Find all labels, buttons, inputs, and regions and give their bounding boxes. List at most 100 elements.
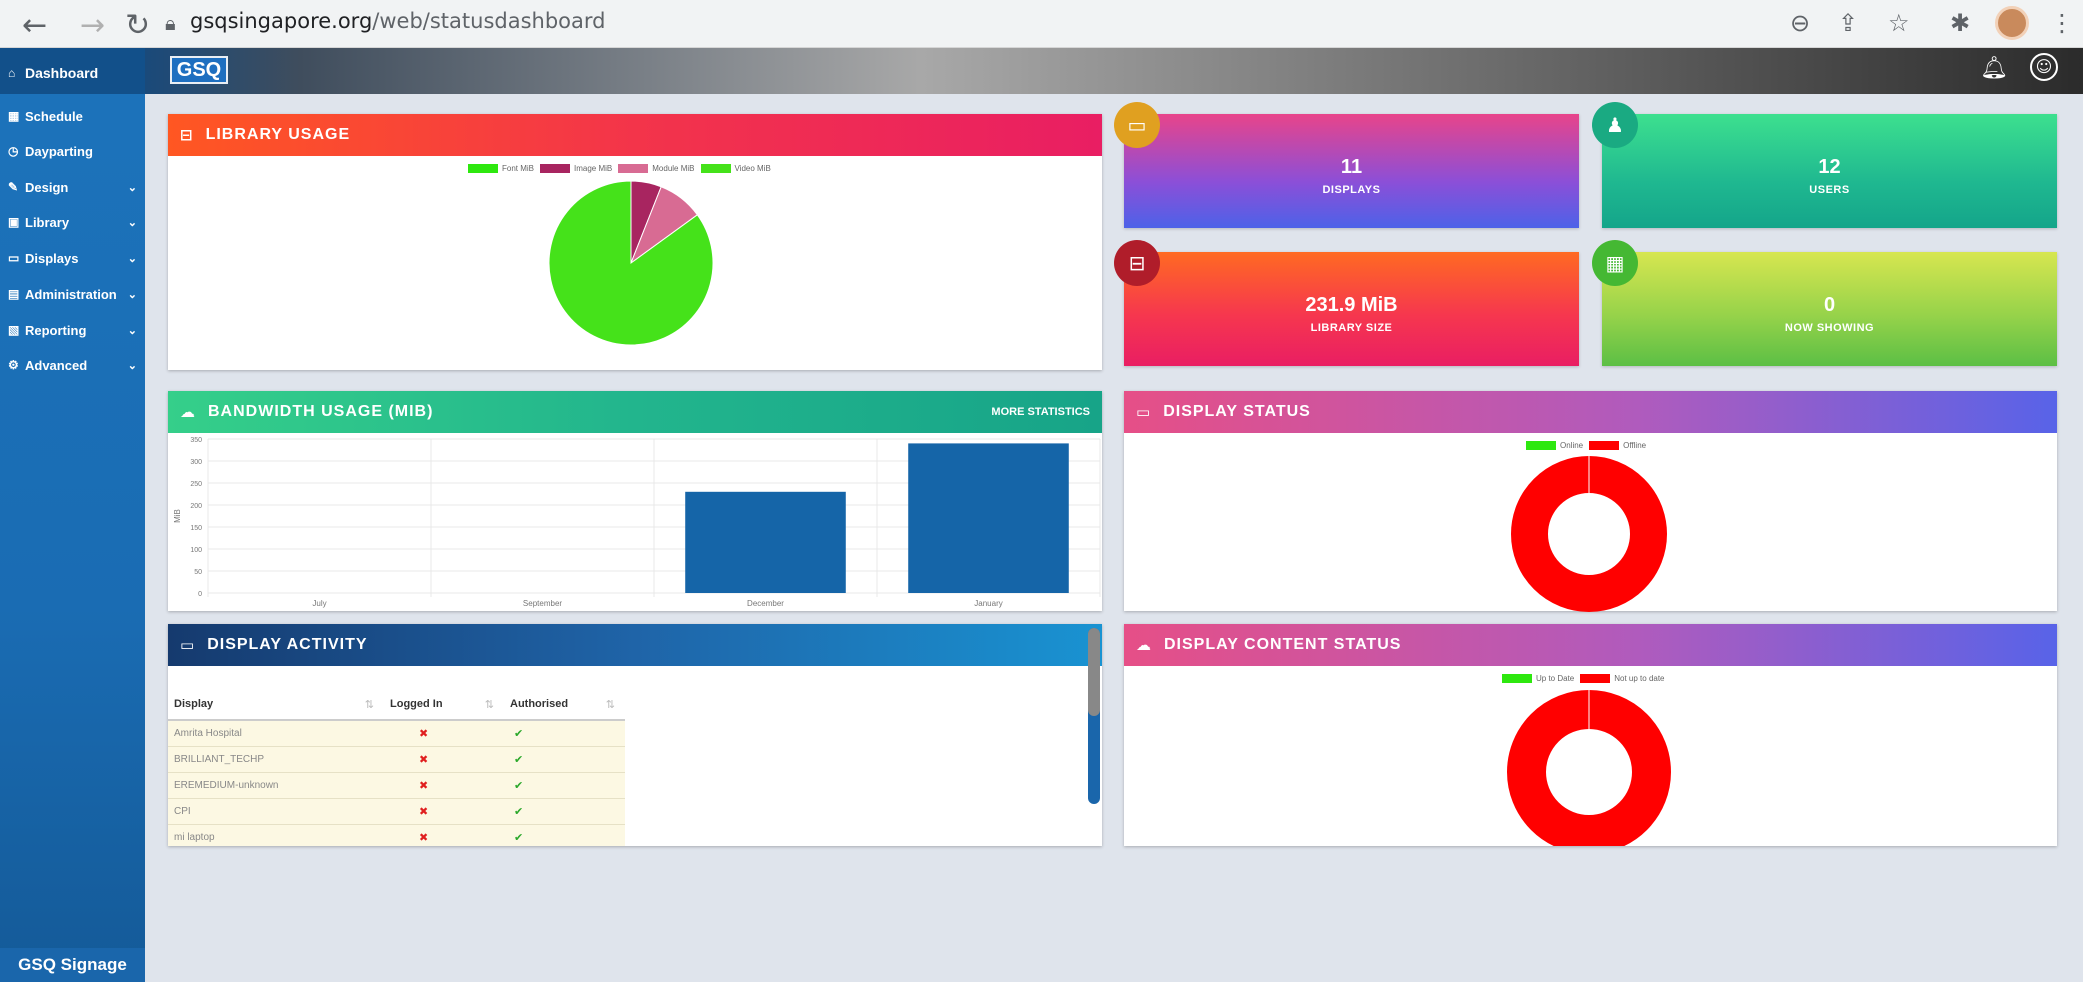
library-size-card[interactable]: ⊟ 231.9 MiB LIBRARY SIZE [1114, 240, 1579, 366]
share-icon[interactable]: ⇪ [1838, 9, 1858, 37]
sidebar-item-design[interactable]: ✎ Design ⌄ [8, 172, 143, 202]
legend-item[interactable]: Not up to date [1580, 674, 1665, 683]
column-display[interactable]: Display ⇅ [168, 690, 384, 721]
now-showing-card[interactable]: ▦ 0 NOW SHOWING [1592, 240, 2057, 366]
y-tick-label: 150 [190, 525, 202, 532]
bookmark-star-icon[interactable]: ☆ [1888, 9, 1910, 37]
user-icon[interactable]: ☺ [2030, 53, 2058, 81]
displays-card[interactable]: ▭ 11 DISPLAYS [1114, 102, 1579, 228]
check-icon: ✔ [504, 720, 625, 747]
sidebar-item-displays[interactable]: ▭ Displays ⌄ [8, 243, 143, 273]
legend-label: Online [1560, 441, 1584, 450]
y-tick-label: 100 [190, 547, 202, 554]
chevron-down-icon[interactable]: ⌄ [128, 181, 137, 194]
sidebar-item-label: Schedule [25, 108, 83, 124]
sidebar-item-label: Design [25, 179, 69, 195]
chevron-down-icon[interactable]: ⌄ [128, 252, 137, 265]
laptop-icon: ▭ [8, 251, 20, 265]
bandwidth-panel: ☁ BANDWIDTH USAGE (MIB) MORE STATISTICS … [168, 391, 1102, 611]
x-tick-label: December [747, 599, 784, 608]
legend-swatch [1580, 674, 1611, 683]
sidebar-item-dashboard[interactable]: ⌂ Dashboard [8, 58, 143, 88]
legend-label: Not up to date [1614, 674, 1665, 683]
sort-icon[interactable]: ⇅ [606, 698, 615, 711]
sidebar-item-dayparting[interactable]: ◷ Dayparting [8, 136, 143, 166]
url-domain: gsqsingapore.org [190, 9, 373, 33]
cog-icon: ⚙ [8, 358, 19, 372]
sidebar-item-reporting[interactable]: ▧ Reporting ⌄ [8, 315, 143, 345]
lock-icon[interactable]: 🔒︎ [165, 11, 176, 35]
column-authorised[interactable]: Authorised ⇅ [504, 690, 625, 721]
cross-icon: ✖ [384, 720, 504, 747]
back-icon[interactable]: ← [22, 8, 47, 43]
display-content-status-title: DISPLAY CONTENT STATUS [1164, 636, 1402, 653]
legend-label: Font MiB [502, 164, 535, 173]
clock-icon: ◷ [8, 144, 19, 158]
sidebar-footer-brand: GSQ Signage [0, 948, 145, 982]
library-size-label: LIBRARY SIZE [1310, 322, 1393, 334]
extensions-icon[interactable]: ✱ [1950, 9, 1970, 37]
library-usage-title: LIBRARY USAGE [205, 126, 351, 143]
sidebar-item-administration[interactable]: ▤ Administration ⌄ [8, 279, 143, 309]
table-row[interactable]: BRILLIANT_TECHP ✖ ✔ [168, 746, 625, 773]
legend-item[interactable]: Image MiB [540, 164, 612, 173]
chevron-down-icon[interactable]: ⌄ [128, 324, 137, 337]
sort-icon[interactable]: ⇅ [485, 698, 494, 711]
bandwidth-title: BANDWIDTH USAGE (MIB) [208, 403, 434, 420]
home-icon: ⌂ [8, 66, 16, 80]
address-bar[interactable]: gsqsingapore.org/web/statusdashboard [190, 9, 605, 33]
table-header-row: Display ⇅ Logged In ⇅ Authorised ⇅ [168, 690, 625, 721]
display-name-cell: mi laptop [168, 824, 384, 846]
y-tick-label: 50 [194, 569, 202, 576]
more-statistics-link[interactable]: MORE STATISTICS [991, 406, 1090, 418]
y-tick-label: 200 [190, 503, 202, 510]
reload-icon[interactable]: ↻ [125, 8, 150, 43]
legend-item[interactable]: Font MiB [468, 164, 534, 173]
sidebar-item-label: Displays [25, 250, 79, 266]
table-row[interactable]: Amrita Hospital ✖ ✔ [168, 720, 625, 747]
chevron-down-icon[interactable]: ⌄ [128, 216, 137, 229]
legend-item[interactable]: Online [1526, 441, 1583, 450]
users-card[interactable]: ♟ 12 USERS [1592, 102, 2057, 228]
scrollbar[interactable] [1088, 628, 1100, 804]
column-logged-in[interactable]: Logged In ⇅ [384, 690, 504, 721]
bar-december[interactable] [685, 491, 846, 593]
forward-icon[interactable]: → [80, 8, 105, 43]
gsq-logo[interactable]: GSQ [170, 56, 228, 84]
bell-icon[interactable]: 🔔︎ [1980, 56, 2008, 81]
sidebar-item-label: Dashboard [25, 65, 99, 81]
legend-item[interactable]: Module MiB [618, 164, 695, 173]
legend-label: Up to Date [1536, 674, 1575, 683]
bar-january[interactable] [908, 443, 1069, 593]
chevron-down-icon[interactable]: ⌄ [128, 359, 137, 372]
display-activity-panel: ▭ DISPLAY ACTIVITY Display ⇅ Logged In ⇅ A… [168, 624, 1102, 846]
display-status-panel: ▭ DISPLAY STATUS Online Offline [1124, 391, 2057, 612]
table-row[interactable]: EREMEDIUM-unknown ✖ ✔ [168, 772, 625, 799]
browser-menu-icon[interactable]: ⋮ [2050, 9, 2074, 37]
laptop-icon: ▭ [180, 636, 196, 654]
display-status-donut [1511, 456, 1667, 612]
y-tick-label: 350 [190, 437, 202, 444]
library-size-value: 231.9 MiB [1305, 294, 1398, 316]
sort-icon[interactable]: ⇅ [365, 698, 374, 711]
display-content-status-header: ☁ DISPLAY CONTENT STATUS [1124, 624, 2057, 666]
sidebar-item-library[interactable]: ▣ Library ⌄ [8, 207, 143, 237]
legend-item[interactable]: Offline [1589, 441, 1646, 450]
table-row[interactable]: mi laptop ✖ ✔ [168, 824, 625, 846]
profile-avatar[interactable] [1995, 6, 2029, 40]
sidebar-item-schedule[interactable]: ▦ Schedule [8, 101, 143, 131]
bandwidth-header: ☁ BANDWIDTH USAGE (MIB) MORE STATISTICS [168, 391, 1102, 433]
cloud-icon: ☁ [180, 403, 196, 421]
cross-icon: ✖ [384, 772, 504, 799]
zoom-icon[interactable]: ⊖ [1790, 9, 1810, 37]
scrollbar-thumb[interactable] [1088, 628, 1100, 716]
display-name-cell: EREMEDIUM-unknown [168, 772, 384, 799]
sidebar-item-advanced[interactable]: ⚙ Advanced ⌄ [8, 350, 143, 380]
y-tick-label: 250 [190, 481, 202, 488]
chevron-down-icon[interactable]: ⌄ [128, 288, 137, 301]
legend-item[interactable]: Video MiB [700, 164, 771, 173]
y-axis-label: MiB [173, 509, 182, 523]
table-row[interactable]: CPI ✖ ✔ [168, 798, 625, 825]
legend-item[interactable]: Up to Date [1502, 674, 1574, 683]
top-header: GSQ 🔔︎ ☺ [145, 48, 2083, 94]
